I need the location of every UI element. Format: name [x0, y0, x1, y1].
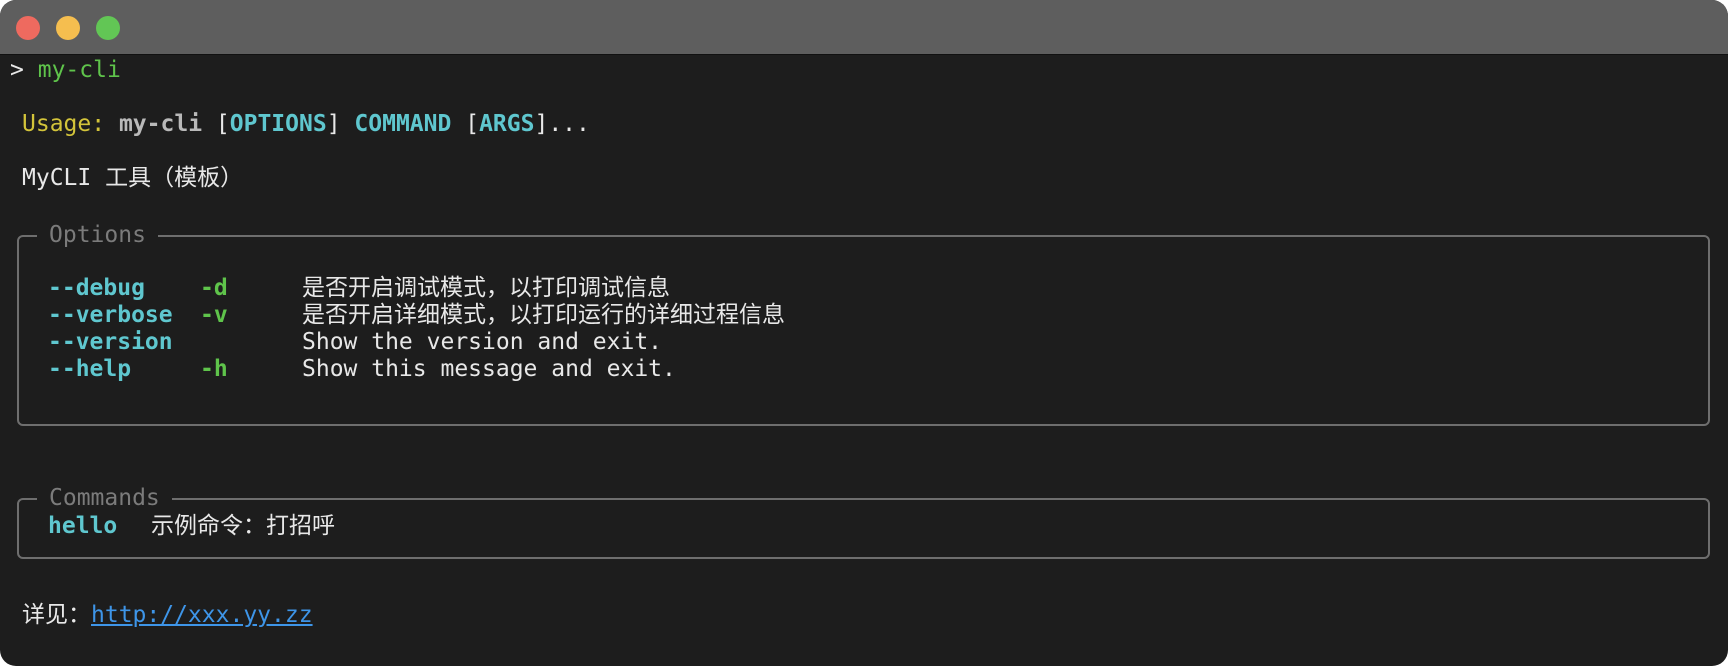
zoom-window-button[interactable]	[96, 16, 120, 40]
usage-bracket: [	[215, 111, 230, 137]
option-long: --debug	[48, 275, 145, 301]
option-row: --version Show the version and exit.	[19, 327, 1619, 357]
usage-label: Usage:	[22, 111, 106, 137]
options-panel-title: Options	[37, 220, 158, 250]
option-long: --version	[48, 329, 173, 355]
minimize-window-button[interactable]	[56, 16, 80, 40]
usage-bracket: [	[465, 111, 480, 137]
usage-ellipsis: ]...	[534, 111, 590, 137]
option-short: -h	[200, 356, 228, 382]
prompt-line: > my-cli	[10, 55, 121, 85]
prompt-command: my-cli	[37, 57, 121, 83]
usage-line: Usage: my-cli [OPTIONS] COMMAND [ARGS]..…	[22, 109, 590, 139]
title-bar	[0, 0, 1728, 55]
description: MyCLI 工具（模板）	[22, 165, 244, 191]
terminal-window: > my-cli Usage: my-cli [OPTIONS] COMMAND…	[0, 0, 1728, 666]
commands-panel-title: Commands	[37, 483, 172, 513]
prompt-symbol: >	[10, 57, 24, 83]
footer-link[interactable]: http://xxx.yy.zz	[91, 602, 313, 628]
footer-line: 详见：http://xxx.yy.zz	[22, 600, 313, 630]
usage-args: ARGS	[479, 111, 535, 137]
commands-panel: Commands hello 示例命令：打招呼	[17, 483, 1710, 559]
options-panel: Options --debug -d 是否开启调试模式，以打印调试信息 --ve…	[17, 220, 1710, 426]
usage-command: COMMAND	[354, 111, 452, 137]
option-help: 是否开启调试模式，以打印调试信息	[302, 275, 670, 301]
option-long: --verbose	[48, 302, 173, 328]
option-help: 是否开启详细模式，以打印运行的详细过程信息	[302, 302, 785, 328]
terminal-output[interactable]: > my-cli Usage: my-cli [OPTIONS] COMMAND…	[0, 55, 1728, 666]
option-help: Show this message and exit.	[302, 356, 676, 382]
option-row: --debug -d 是否开启调试模式，以打印调试信息	[19, 273, 1619, 303]
command-row: hello 示例命令：打招呼	[19, 511, 1619, 541]
option-row: --help -h Show this message and exit.	[19, 354, 1619, 384]
usage-bracket: ]	[326, 111, 341, 137]
command-help: 示例命令：打招呼	[151, 513, 335, 539]
option-row: --verbose -v 是否开启详细模式，以打印运行的详细过程信息	[19, 300, 1619, 330]
command-name: hello	[48, 513, 118, 539]
option-help: Show the version and exit.	[302, 329, 663, 355]
option-long: --help	[48, 356, 132, 382]
close-window-button[interactable]	[16, 16, 40, 40]
usage-options: OPTIONS	[229, 111, 327, 137]
option-short: -v	[200, 302, 228, 328]
footer-label: 详见：	[22, 602, 91, 628]
option-short: -d	[200, 275, 228, 301]
usage-program: my-cli	[118, 111, 203, 137]
